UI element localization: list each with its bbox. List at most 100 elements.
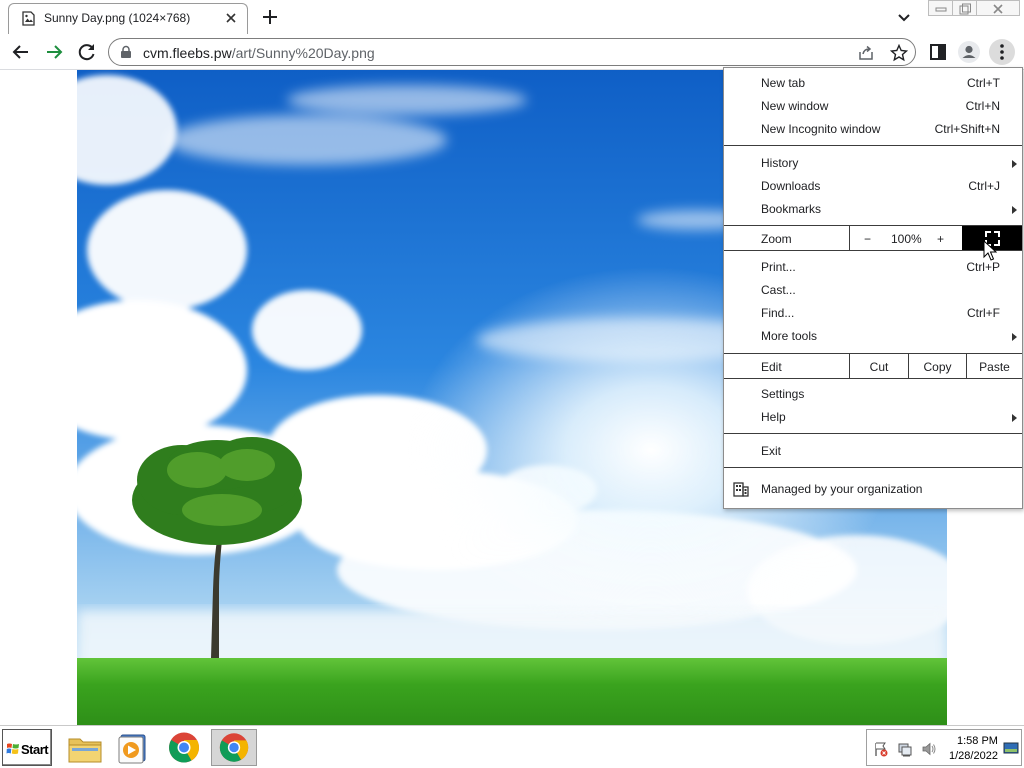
submenu-arrow-icon <box>1012 333 1017 341</box>
url-host: cvm.fleebs.pw <box>143 45 232 61</box>
share-icon[interactable] <box>857 44 875 62</box>
tab-sunny-day[interactable]: Sunny Day.png (1024×768) <box>8 3 248 34</box>
close-window-button[interactable] <box>976 0 1020 16</box>
zoom-label: Zoom <box>761 232 792 246</box>
profile-avatar-icon[interactable] <box>957 40 981 64</box>
menu-item-label: Settings <box>761 387 805 401</box>
back-icon[interactable] <box>9 40 33 64</box>
restore-icon <box>959 3 971 15</box>
clock-time[interactable]: 1:58 PM <box>957 735 998 747</box>
folder-icon <box>68 738 102 763</box>
network-icon[interactable] <box>897 741 913 757</box>
zoom-row: Zoom − 100% + <box>724 226 1022 250</box>
menu-item-label: Bookmarks <box>761 202 822 216</box>
edit-row: Edit Cut Copy Paste <box>724 354 1022 378</box>
restore-button[interactable] <box>952 0 977 16</box>
clock-date[interactable]: 1/28/2022 <box>949 750 998 762</box>
zoom-out-button[interactable]: − <box>864 232 871 246</box>
menu-separator <box>849 226 850 250</box>
submenu-arrow-icon <box>1012 206 1017 214</box>
menu-separator <box>724 145 1022 146</box>
bookmark-star-icon[interactable] <box>890 44 908 62</box>
menu-item-new-tab[interactable]: New tab Ctrl+T <box>724 72 1022 95</box>
forward-icon[interactable] <box>42 40 66 64</box>
cut-button[interactable]: Cut <box>850 360 908 374</box>
menu-item-label: More tools <box>761 329 818 343</box>
menu-item-label: New window <box>761 99 829 113</box>
copy-button[interactable]: Copy <box>909 360 966 374</box>
close-icon[interactable] <box>223 10 239 26</box>
minimize-icon <box>935 7 947 12</box>
menu-item-managed-by-organization[interactable]: Managed by your organization <box>724 478 1022 501</box>
menu-separator <box>724 467 1022 468</box>
menu-item-history[interactable]: History <box>724 152 1022 175</box>
menu-item-label: History <box>761 156 799 170</box>
menu-item-cast[interactable]: Cast... <box>724 279 1022 302</box>
menu-item-label: Cast... <box>761 283 796 297</box>
menu-item-downloads[interactable]: Downloads Ctrl+J <box>724 175 1022 198</box>
media-player-icon <box>118 734 146 764</box>
menu-item-shortcut: Ctrl+P <box>966 260 1000 274</box>
show-desktop-icon[interactable] <box>1003 740 1019 756</box>
desktop: Sunny Day.png (1024×768) cvm.fleebs.pw/a… <box>0 0 1024 768</box>
menu-item-more-tools[interactable]: More tools <box>724 325 1022 348</box>
paste-button[interactable]: Paste <box>967 360 1022 374</box>
tab-title: Sunny Day.png (1024×768) <box>44 11 191 25</box>
menu-item-new-window[interactable]: New window Ctrl+N <box>724 95 1022 118</box>
menu-item-label: Downloads <box>761 179 821 193</box>
menu-item-print[interactable]: Print... Ctrl+P <box>724 256 1022 279</box>
menu-item-label: Print... <box>761 260 796 274</box>
zoom-in-button[interactable]: + <box>937 232 944 246</box>
image-file-icon <box>22 11 35 26</box>
browser-toolbar: cvm.fleebs.pw/art/Sunny%20Day.png <box>0 34 1024 70</box>
taskbar-chrome[interactable] <box>161 729 207 766</box>
more-vert-icon <box>1000 44 1004 60</box>
menu-item-shortcut: Ctrl+N <box>965 99 1000 113</box>
url-text[interactable]: cvm.fleebs.pw/art/Sunny%20Day.png <box>143 45 375 61</box>
minimize-button[interactable] <box>928 0 953 16</box>
taskbar-chrome-active[interactable] <box>211 729 257 766</box>
start-label: Start <box>21 742 49 757</box>
zoom-level: 100% <box>891 232 922 246</box>
volume-icon[interactable] <box>921 741 937 757</box>
lock-icon[interactable] <box>119 45 133 59</box>
chrome-icon <box>169 732 200 763</box>
menu-item-label: Managed by your organization <box>761 482 923 496</box>
menu-item-label: New Incognito window <box>761 122 881 136</box>
submenu-arrow-icon <box>1012 414 1017 422</box>
menu-button[interactable] <box>989 39 1015 65</box>
windows-logo-icon <box>6 743 19 754</box>
menu-item-settings[interactable]: Settings <box>724 383 1022 406</box>
menu-item-new-incognito-window[interactable]: New Incognito window Ctrl+Shift+N <box>724 118 1022 141</box>
menu-separator <box>724 250 1022 251</box>
submenu-arrow-icon <box>1012 160 1017 168</box>
menu-item-label: Help <box>761 410 786 424</box>
system-tray: 1:58 PM 1/28/2022 <box>866 729 1022 766</box>
menu-item-exit[interactable]: Exit <box>724 440 1022 463</box>
menu-item-shortcut: Ctrl+Shift+N <box>934 122 1000 136</box>
menu-item-label: Exit <box>761 444 782 458</box>
url-path: /art/Sunny%20Day.png <box>231 45 375 61</box>
side-panel-icon[interactable] <box>926 40 950 64</box>
new-tab-icon[interactable] <box>259 6 281 28</box>
menu-item-label: Find... <box>761 306 795 320</box>
menu-item-help[interactable]: Help <box>724 406 1022 429</box>
menu-item-bookmarks[interactable]: Bookmarks <box>724 198 1022 221</box>
chrome-icon <box>219 733 249 762</box>
menu-separator <box>724 378 1022 379</box>
menu-item-shortcut: Ctrl+J <box>968 179 1000 193</box>
start-button[interactable]: Start <box>2 729 52 766</box>
taskbar-file-explorer[interactable] <box>62 729 108 766</box>
menu-separator <box>724 433 1022 434</box>
action-center-flag-icon[interactable] <box>873 741 889 757</box>
menu-item-shortcut: Ctrl+F <box>967 306 1000 320</box>
edit-label: Edit <box>761 360 782 374</box>
address-bar[interactable]: cvm.fleebs.pw/art/Sunny%20Day.png <box>108 38 916 66</box>
taskbar: Start 1:58 PM 1/28/2022 <box>0 725 1024 768</box>
tab-strip: Sunny Day.png (1024×768) <box>0 0 1024 34</box>
chevron-down-icon[interactable] <box>894 7 914 27</box>
reload-icon[interactable] <box>75 40 99 64</box>
menu-item-find[interactable]: Find... Ctrl+F <box>724 302 1022 325</box>
mouse-pointer-icon <box>983 240 997 261</box>
taskbar-media-player[interactable] <box>110 729 156 766</box>
